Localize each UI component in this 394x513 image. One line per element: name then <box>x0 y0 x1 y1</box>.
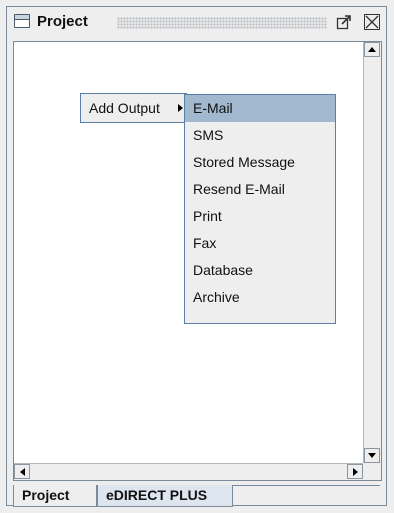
arrow-down-icon <box>368 453 376 458</box>
close-icon[interactable] <box>364 14 380 30</box>
project-window: Project Add Output E-Mail SMS Stored Mes… <box>6 6 387 507</box>
window-icon <box>14 14 30 28</box>
menu-item-archive[interactable]: Archive <box>185 284 335 311</box>
project-panel[interactable]: Add Output E-Mail SMS Stored Message Res… <box>13 41 382 481</box>
arrow-right-icon <box>352 467 358 476</box>
title-grip <box>117 17 327 29</box>
submenu-arrow-icon <box>178 104 183 112</box>
menu-item-email[interactable]: E-Mail <box>185 95 335 122</box>
scroll-left-button[interactable] <box>14 464 30 479</box>
scrollbar-corner <box>363 463 381 480</box>
float-window-icon[interactable] <box>336 14 352 30</box>
add-output-label: Add Output <box>89 100 160 116</box>
arrow-up-icon <box>368 47 376 52</box>
menu-item-stored-message[interactable]: Stored Message <box>185 149 335 176</box>
title-bar[interactable]: Project <box>7 7 386 39</box>
tab-strip-line <box>233 485 380 486</box>
add-output-menu-item[interactable]: Add Output <box>80 93 187 123</box>
output-submenu: E-Mail SMS Stored Message Resend E-Mail … <box>184 94 336 324</box>
arrow-left-icon <box>19 467 25 476</box>
menu-item-print[interactable]: Print <box>185 203 335 230</box>
window-title: Project <box>37 13 88 30</box>
menu-item-resend-email[interactable]: Resend E-Mail <box>185 176 335 203</box>
vertical-scrollbar[interactable] <box>363 42 381 463</box>
menu-item-database[interactable]: Database <box>185 257 335 284</box>
scroll-up-button[interactable] <box>364 42 380 57</box>
tab-edirect-plus[interactable]: eDIRECT PLUS <box>97 485 233 507</box>
scroll-down-button[interactable] <box>364 448 380 463</box>
bottom-tab-strip: Project eDIRECT PLUS <box>13 485 380 507</box>
menu-item-fax[interactable]: Fax <box>185 230 335 257</box>
tab-project[interactable]: Project <box>13 485 97 507</box>
menu-item-sms[interactable]: SMS <box>185 122 335 149</box>
horizontal-scrollbar[interactable] <box>14 463 363 480</box>
scroll-right-button[interactable] <box>347 464 363 479</box>
